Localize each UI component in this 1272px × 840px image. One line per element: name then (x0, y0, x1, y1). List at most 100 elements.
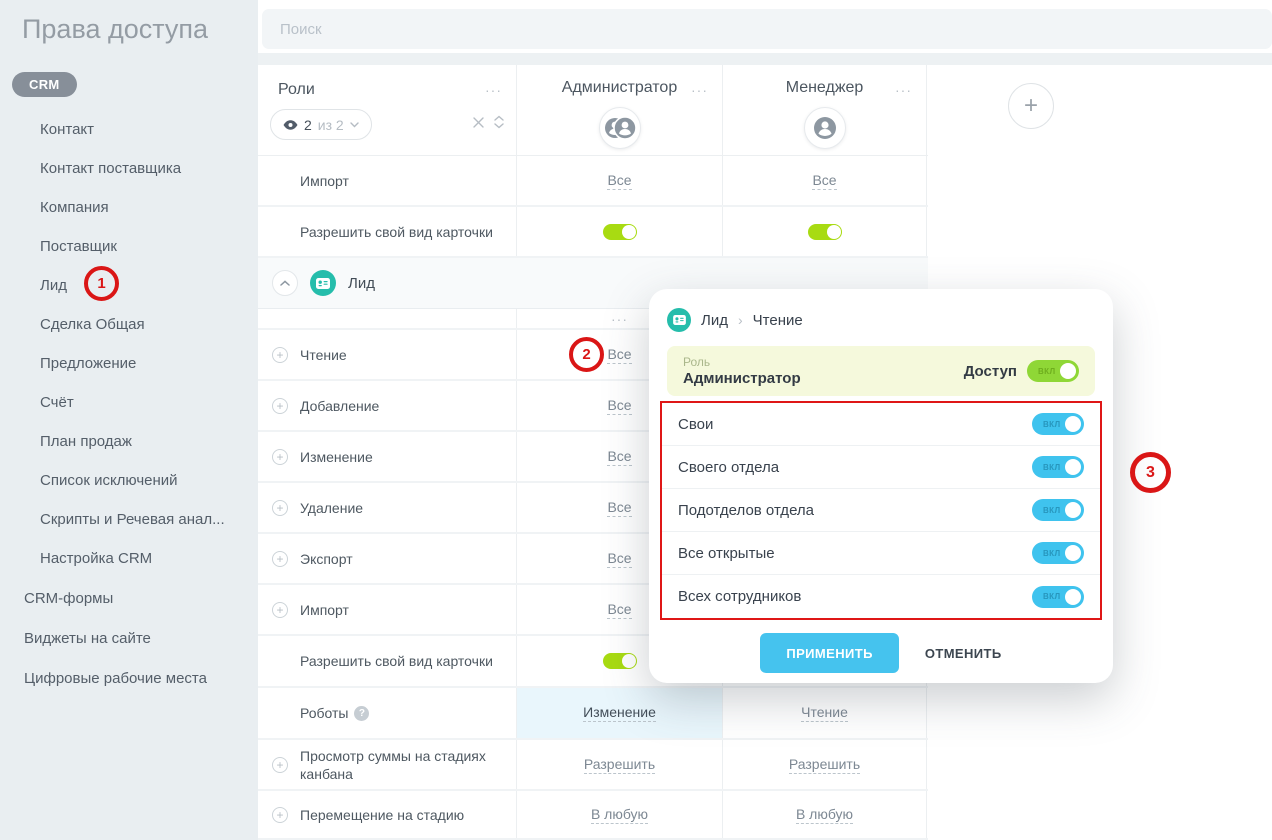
row-label: Разрешить свой вид карточки (258, 636, 516, 686)
option-toggle-all-open[interactable]: вкл (1032, 542, 1084, 564)
sidebar-crm-list: Контакт Контакт поставщика Компания Пост… (0, 110, 258, 578)
roles-header-title: Роли (278, 81, 315, 99)
option-toggle-own[interactable]: вкл (1032, 413, 1084, 435)
roles-filter-of: из 2 (318, 117, 344, 133)
option-row-subdepartments: Подотделов отдела вкл (662, 489, 1100, 532)
permission-value-link[interactable]: Все (607, 172, 631, 190)
collapse-section-icon[interactable] (272, 270, 298, 296)
row-label: Просмотр суммы на стадиях канбана+ (258, 740, 516, 789)
permission-value-link[interactable]: В любую (796, 806, 853, 824)
row-label: Добавление+ (258, 381, 516, 430)
expand-icon[interactable]: + (272, 602, 288, 618)
breadcrumb-permission: Чтение (753, 312, 803, 329)
sidebar-item-invoice[interactable]: Счёт (0, 383, 258, 422)
permission-value-link[interactable]: Все (607, 346, 631, 364)
permission-value-link[interactable]: Все (607, 601, 631, 619)
sidebar-root-list: CRM-формы Виджеты на сайте Цифровые рабо… (0, 578, 258, 698)
search-input[interactable] (262, 9, 1272, 49)
breadcrumb-entity[interactable]: Лид (701, 312, 728, 329)
permission-value-link[interactable]: Разрешить (584, 756, 655, 774)
row-label: Импорт (258, 156, 516, 205)
lead-entity-icon (310, 270, 336, 296)
row-card-view-general: Разрешить свой вид карточки (258, 207, 928, 258)
page-title: Права доступа (22, 14, 208, 45)
expand-icon[interactable]: + (272, 398, 288, 414)
option-toggle-all-employees[interactable]: вкл (1032, 586, 1084, 608)
expand-icon[interactable]: + (272, 449, 288, 465)
clear-filter-icon[interactable] (473, 117, 484, 128)
sidebar-item-crm-settings[interactable]: Настройка CRM (0, 539, 258, 578)
section-title: Лид (348, 275, 375, 292)
sidebar: Права доступа CRM Контакт Контакт постав… (0, 0, 258, 840)
sidebar-item-lead[interactable]: Лид (0, 266, 258, 305)
roles-filter-count: 2 (304, 117, 312, 133)
cancel-button[interactable]: ОТМЕНИТЬ (925, 646, 1002, 661)
sidebar-item-supplier-contact[interactable]: Контакт поставщика (0, 149, 258, 188)
lead-entity-icon (667, 308, 691, 332)
row-kanban-sum: Просмотр суммы на стадиях канбана+ Разре… (258, 740, 928, 791)
manager-column-menu-icon[interactable]: ··· (895, 83, 912, 97)
expand-icon[interactable]: + (272, 347, 288, 363)
sidebar-item-site-widgets[interactable]: Виджеты на сайте (0, 618, 258, 658)
permission-value-link[interactable]: Все (607, 499, 631, 517)
permission-value-link[interactable]: Изменение (583, 704, 656, 722)
one-person-icon (813, 116, 837, 140)
role-label: Роль (683, 355, 801, 369)
annotation-marker-1: 1 (84, 266, 119, 301)
sidebar-item-crm-forms[interactable]: CRM-формы (0, 578, 258, 618)
sidebar-item-quote[interactable]: Предложение (0, 344, 258, 383)
admin-avatar[interactable] (599, 107, 641, 149)
expand-icon[interactable]: + (272, 500, 288, 516)
permission-value-link[interactable]: Все (607, 448, 631, 466)
sidebar-item-company[interactable]: Компания (0, 188, 258, 227)
manager-avatar[interactable] (804, 107, 846, 149)
permission-value-link[interactable]: Все (812, 172, 836, 190)
row-label: Импорт+ (258, 585, 516, 634)
admin-column-menu-icon[interactable]: ··· (691, 83, 708, 97)
access-toggle[interactable]: вкл (1027, 360, 1079, 382)
sort-icon[interactable] (494, 115, 504, 129)
sidebar-item-digital-workplaces[interactable]: Цифровые рабочие места (0, 658, 258, 698)
access-rights-screen: Права доступа CRM Контакт Контакт постав… (0, 0, 1272, 840)
expand-icon[interactable]: + (272, 757, 288, 773)
sidebar-item-scripts[interactable]: Скрипты и Речевая анал... (0, 500, 258, 539)
popup-breadcrumb: Лид › Чтение (667, 307, 1095, 333)
annotation-marker-3: 3 (1130, 452, 1171, 493)
permission-value-link[interactable]: В любую (591, 806, 648, 824)
expand-icon[interactable]: + (272, 807, 288, 823)
permission-value-link[interactable]: Разрешить (789, 756, 860, 774)
card-view-toggle-admin-lead[interactable] (603, 653, 637, 669)
permission-value-link[interactable]: Все (607, 397, 631, 415)
sidebar-item-deal[interactable]: Сделка Общая (0, 305, 258, 344)
roles-filter-pill[interactable]: 2 из 2 (270, 109, 372, 140)
row-stage-move: Перемещение на стадию+ В любую В любую (258, 791, 928, 840)
option-toggle-own-department[interactable]: вкл (1032, 456, 1084, 478)
sidebar-section-crm-badge[interactable]: CRM (12, 72, 77, 97)
sidebar-item-supplier[interactable]: Поставщик (0, 227, 258, 266)
card-view-toggle-manager[interactable] (808, 224, 842, 240)
permission-value-link[interactable]: Все (607, 550, 631, 568)
sidebar-item-sales-plan[interactable]: План продаж (0, 422, 258, 461)
row-robots: Роботы? Изменение Чтение (258, 688, 928, 740)
permission-value-link[interactable]: Чтение (801, 704, 848, 722)
row-label: Изменение+ (258, 432, 516, 481)
admin-section-menu-icon[interactable]: ··· (611, 312, 628, 326)
sidebar-item-exclusion-list[interactable]: Список исключений (0, 461, 258, 500)
row-label: Удаление+ (258, 483, 516, 532)
option-row-all-open: Все открытые вкл (662, 532, 1100, 575)
apply-button[interactable]: ПРИМЕНИТЬ (760, 633, 898, 673)
help-icon[interactable]: ? (354, 706, 369, 721)
access-label: Доступ (964, 363, 1017, 380)
roles-menu-icon[interactable]: ··· (485, 83, 502, 97)
sidebar-item-contact[interactable]: Контакт (0, 110, 258, 149)
column-header-manager: Менеджер ··· (723, 65, 927, 155)
card-view-toggle-admin[interactable] (603, 224, 637, 240)
option-toggle-subdepartments[interactable]: вкл (1032, 499, 1084, 521)
expand-icon[interactable]: + (272, 551, 288, 567)
row-label: Перемещение на стадию+ (258, 791, 516, 838)
popup-footer: ПРИМЕНИТЬ ОТМЕНИТЬ (667, 620, 1095, 686)
add-role-button[interactable]: + (1008, 83, 1054, 129)
option-row-own: Свои вкл (662, 403, 1100, 446)
eye-icon (283, 120, 298, 130)
roles-header-utils (473, 115, 504, 129)
